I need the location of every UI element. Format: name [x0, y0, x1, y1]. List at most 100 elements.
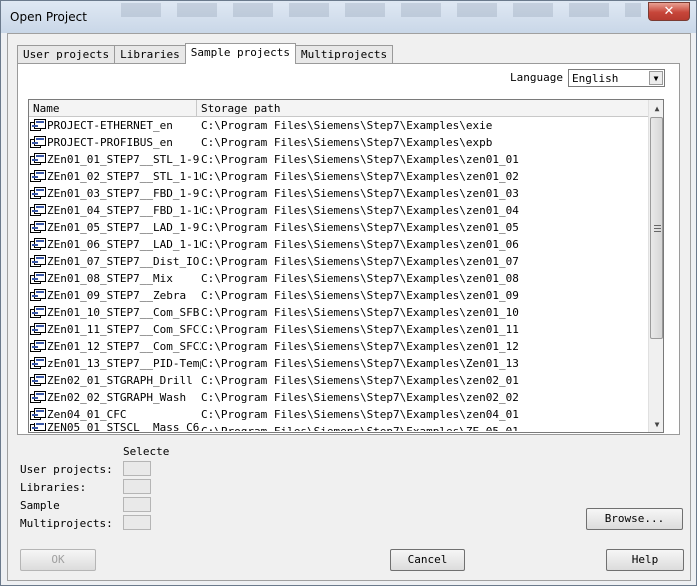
- project-icon: [30, 255, 46, 268]
- row-storage-path: C:\Program Files\Siemens\Step7\Examples\…: [201, 153, 519, 166]
- row-name: ZEn01_09_STEP7__Zebra: [47, 289, 187, 302]
- list-header: Name Storage path: [29, 100, 648, 117]
- vertical-scrollbar[interactable]: ▲ ▼: [648, 100, 663, 432]
- row-name-cell: ZEn01_05_STEP7__LAD_1-9: [29, 219, 201, 236]
- row-name: ZEn01_06_STEP7__LAD_1-10: [47, 238, 201, 251]
- row-name-cell: ZEn01_08_STEP7__Mix: [29, 270, 201, 287]
- project-list[interactable]: Name Storage path PROJECT-ETHERNET_en C:\…: [28, 99, 664, 433]
- table-row[interactable]: PROJECT-PROFIBUS_en C:\Program Files\Siem…: [29, 134, 648, 151]
- row-storage-path: C:\Program Files\Siemens\Step7\Examples\…: [201, 119, 493, 132]
- row-name-cell: ZEN05_01_STSCL__Mass_C6: [29, 423, 201, 431]
- row-storage-path: C:\Program Files\Siemens\Step7\Examples\…: [201, 391, 519, 404]
- row-name: ZEn01_04_STEP7__FBD_1-10: [47, 204, 201, 217]
- column-header-storage-path[interactable]: Storage path: [197, 100, 648, 117]
- selected-multiprojects-count: [123, 515, 151, 530]
- table-row[interactable]: zEn01_13_STEP7__PID-Temp C:\Program Files…: [29, 355, 648, 372]
- cancel-button[interactable]: Cancel: [390, 549, 465, 571]
- selected-user-projects-count: [123, 461, 151, 476]
- row-storage-path: C:\Program Files\Siemens\Step7\Examples\…: [201, 238, 519, 251]
- table-row[interactable]: ZEn01_10_STEP7__Com_SFB C:\Program Files\…: [29, 304, 648, 321]
- table-row[interactable]: ZEn01_06_STEP7__LAD_1-10 C:\Program Files…: [29, 236, 648, 253]
- row-name-cell: Zen04_01_CFC: [29, 406, 201, 423]
- row-name: ZEn01_10_STEP7__Com_SFB: [47, 306, 200, 319]
- row-name-cell: ZEn01_11_STEP7__Com_SFC1: [29, 321, 201, 338]
- row-storage-path: C:\Program Files\Siemens\Step7\Examples\…: [201, 423, 519, 431]
- browse-button[interactable]: Browse...: [586, 508, 683, 530]
- table-row[interactable]: ZEn01_03_STEP7__FBD_1-9 C:\Program Files\…: [29, 185, 648, 202]
- row-name-cell: ZEn01_10_STEP7__Com_SFB: [29, 304, 201, 321]
- project-icon: [30, 374, 46, 387]
- title-bar[interactable]: Open Project ✕: [1, 1, 696, 33]
- project-icon: [30, 221, 46, 234]
- project-icon: [30, 340, 46, 353]
- close-button[interactable]: ✕: [648, 2, 690, 21]
- selected-user-projects-label: User projects:: [20, 463, 113, 476]
- table-row[interactable]: ZEn01_05_STEP7__LAD_1-9 C:\Program Files\…: [29, 219, 648, 236]
- table-row[interactable]: ZEn01_08_STEP7__Mix C:\Program Files\Siem…: [29, 270, 648, 287]
- selected-sample-count: [123, 497, 151, 512]
- row-name: ZEn01_01_STEP7__STL_1-9: [47, 153, 200, 166]
- project-icon: [30, 289, 46, 302]
- close-icon: ✕: [663, 4, 675, 19]
- table-row[interactable]: ZEn01_02_STEP7__STL_1-10 C:\Program Files…: [29, 168, 648, 185]
- window-title: Open Project: [10, 10, 87, 24]
- table-row[interactable]: ZEn02_01_STGRAPH_Drill C:\Program Files\S…: [29, 372, 648, 389]
- ok-button[interactable]: OK: [20, 549, 96, 571]
- table-row[interactable]: ZEn01_07_STEP7__Dist_IO C:\Program Files\…: [29, 253, 648, 270]
- table-row[interactable]: ZEn01_09_STEP7__Zebra C:\Program Files\Si…: [29, 287, 648, 304]
- row-name: ZEn01_12_STEP7__Com_SFC2: [47, 340, 201, 353]
- language-label: Language: [510, 71, 563, 84]
- row-name: ZEn01_07_STEP7__Dist_IO: [47, 255, 200, 268]
- row-name-cell: ZEn01_04_STEP7__FBD_1-10: [29, 202, 201, 219]
- row-name-cell: ZEn02_01_STGRAPH_Drill: [29, 372, 201, 389]
- row-name-cell: ZEn01_02_STEP7__STL_1-10: [29, 168, 201, 185]
- tab-user-projects[interactable]: User projects: [17, 45, 116, 64]
- table-row[interactable]: PROJECT-ETHERNET_en C:\Program Files\Siem…: [29, 117, 648, 134]
- table-row[interactable]: ZEn01_11_STEP7__Com_SFC1 C:\Program Files…: [29, 321, 648, 338]
- row-storage-path: C:\Program Files\Siemens\Step7\Examples\…: [201, 187, 519, 200]
- row-name: ZEN05_01_STSCL__Mass_C6: [47, 423, 200, 431]
- row-storage-path: C:\Program Files\Siemens\Step7\Examples\…: [201, 408, 519, 421]
- row-name-cell: ZEn01_03_STEP7__FBD_1-9: [29, 185, 201, 202]
- tab-sample-projects[interactable]: Sample projects: [184, 43, 297, 64]
- tab-libraries[interactable]: Libraries: [114, 45, 186, 64]
- row-name: ZEn01_03_STEP7__FBD_1-9: [47, 187, 200, 200]
- row-storage-path: C:\Program Files\Siemens\Step7\Examples\…: [201, 255, 519, 268]
- help-button[interactable]: Help: [606, 549, 684, 571]
- selected-header: Selected: [123, 445, 170, 458]
- tab-multiprojects[interactable]: Multiprojects: [295, 45, 394, 64]
- table-row[interactable]: ZEN05_01_STSCL__Mass_C6C:\Program Files\…: [29, 423, 648, 431]
- row-storage-path: C:\Program Files\Siemens\Step7\Examples\…: [201, 170, 519, 183]
- scrollbar-thumb[interactable]: [650, 117, 663, 339]
- grip-icon: [654, 225, 661, 232]
- column-header-name[interactable]: Name: [29, 100, 197, 117]
- selected-libraries-count: [123, 479, 151, 494]
- scroll-up-icon[interactable]: ▲: [649, 100, 663, 116]
- row-name-cell: ZEn01_07_STEP7__Dist_IO: [29, 253, 201, 270]
- scroll-down-icon[interactable]: ▼: [649, 416, 663, 432]
- row-name-cell: ZEn01_01_STEP7__STL_1-9: [29, 151, 201, 168]
- row-name: Zen04_01_CFC: [47, 408, 127, 421]
- project-icon: [30, 357, 46, 370]
- table-row[interactable]: ZEn01_04_STEP7__FBD_1-10 C:\Program Files…: [29, 202, 648, 219]
- row-name-cell: PROJECT-PROFIBUS_en: [29, 134, 201, 151]
- project-icon: [30, 153, 46, 166]
- row-storage-path: C:\Program Files\Siemens\Step7\Examples\…: [201, 374, 519, 387]
- row-name-cell: ZEn01_12_STEP7__Com_SFC2: [29, 338, 201, 355]
- row-name-cell: ZEn01_09_STEP7__Zebra: [29, 287, 201, 304]
- row-name: ZEn02_02_STGRAPH_Wash: [47, 391, 187, 404]
- table-row[interactable]: Zen04_01_CFC C:\Program Files\Siemens\Ste…: [29, 406, 648, 423]
- row-name: ZEn02_01_STGRAPH_Drill: [47, 374, 193, 387]
- project-icon: [30, 204, 46, 217]
- row-storage-path: C:\Program Files\Siemens\Step7\Examples\…: [201, 204, 519, 217]
- table-row[interactable]: ZEn01_12_STEP7__Com_SFC2 C:\Program Files…: [29, 338, 648, 355]
- project-icon: [30, 238, 46, 251]
- row-name: PROJECT-ETHERNET_en: [47, 119, 173, 132]
- chevron-down-icon[interactable]: ▼: [649, 71, 663, 85]
- row-storage-path: C:\Program Files\Siemens\Step7\Examples\…: [201, 340, 519, 353]
- table-row[interactable]: ZEn02_02_STGRAPH_Wash C:\Program Files\Si…: [29, 389, 648, 406]
- project-icon: [30, 408, 46, 421]
- table-row[interactable]: ZEn01_01_STEP7__STL_1-9 C:\Program Files\…: [29, 151, 648, 168]
- language-select[interactable]: English ▼: [568, 69, 665, 87]
- row-storage-path: C:\Program Files\Siemens\Step7\Examples\…: [201, 306, 519, 319]
